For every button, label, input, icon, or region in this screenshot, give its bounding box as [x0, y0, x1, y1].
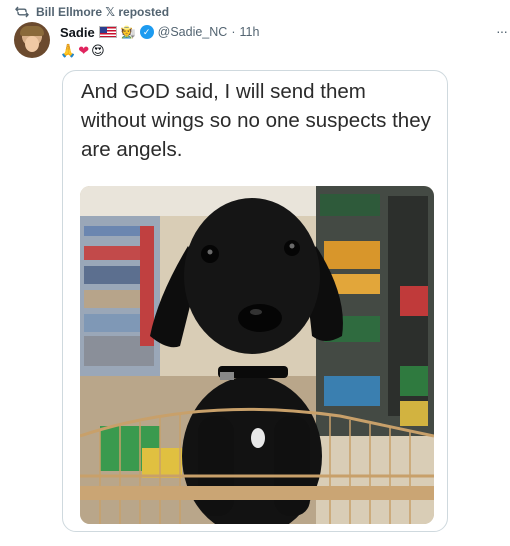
verified-badge-icon[interactable]: ✓	[139, 25, 154, 39]
repost-label[interactable]: Bill Ellmore 𝕏 reposted	[36, 5, 169, 19]
us-flag-icon	[98, 26, 117, 38]
meme-caption: And GOD said, I will send them without w…	[81, 80, 431, 161]
pray-emoji-icon: 🙏	[60, 43, 77, 58]
repost-icon	[14, 4, 30, 20]
avatar-face	[25, 36, 39, 52]
avatar-hat	[20, 26, 44, 36]
heart-eyes-emoji-icon: 😍	[91, 43, 105, 58]
author-name[interactable]: Sadie	[60, 25, 95, 40]
more-options-icon[interactable]: ···	[496, 22, 510, 40]
tweet-media[interactable]: And GOD said, I will send them without w…	[62, 70, 448, 532]
puppy-photo[interactable]	[80, 186, 434, 524]
author-handle[interactable]: @Sadie_NC	[158, 25, 228, 39]
heart-emoji-icon: ❤	[78, 43, 90, 58]
timestamp[interactable]: 11h	[239, 25, 259, 39]
tweet-header: Sadie 🧑‍🌾 ✓ @Sadie_NC · 11h	[60, 23, 259, 41]
separator-dot: ·	[231, 25, 236, 39]
farmer-emoji-icon: 🧑‍🌾	[120, 25, 136, 39]
author-avatar[interactable]	[14, 22, 50, 58]
repost-context[interactable]: Bill Ellmore 𝕏 reposted	[14, 3, 169, 21]
tweet-text: 🙏 ❤ 😍	[60, 42, 105, 60]
